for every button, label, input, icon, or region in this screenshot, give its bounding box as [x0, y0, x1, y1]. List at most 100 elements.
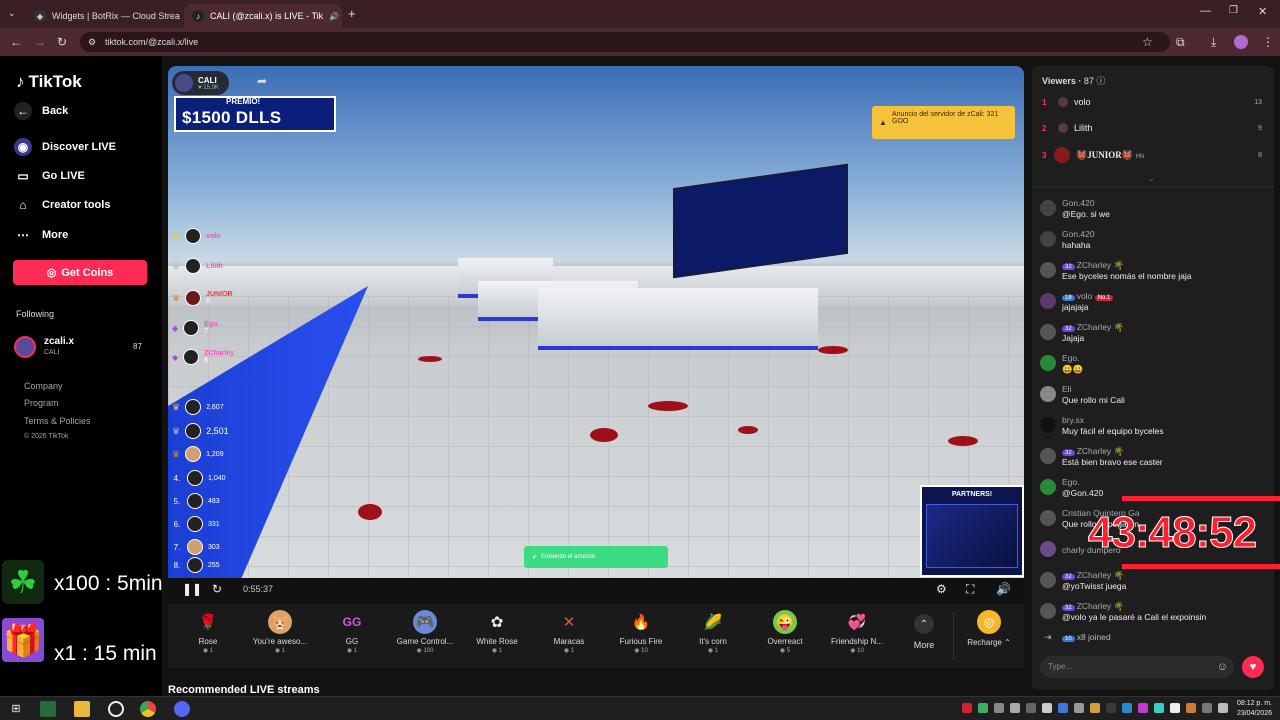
download-icon[interactable]: ⤓	[1211, 35, 1216, 50]
tray-icon[interactable]	[994, 703, 1004, 713]
discord-app-icon[interactable]	[174, 701, 190, 717]
sidebar-item-go-live[interactable]: ▭ Go LIVE	[14, 167, 84, 185]
speaker-icon[interactable]: 🔊	[329, 12, 339, 21]
tray-icon[interactable]	[962, 703, 972, 713]
obs-app-icon[interactable]	[108, 701, 124, 717]
gift-rose[interactable]: 🌹 Rose ◉ 1	[173, 610, 243, 654]
forward-arrow-icon[interactable]: →	[34, 35, 46, 49]
sidebar-item-discover-live[interactable]: ◉ Discover LIVE	[14, 138, 116, 156]
footer-link-company[interactable]: Company	[24, 381, 63, 391]
terminal-app-icon[interactable]	[40, 701, 56, 717]
close-window-button[interactable]: ✕	[1258, 5, 1267, 18]
gift-gg[interactable]: GG GG ◉ 1	[317, 610, 387, 654]
windows-start-icon[interactable]: ⊞	[8, 701, 24, 717]
share-icon[interactable]: ➦	[257, 74, 267, 88]
gift-furious-fire[interactable]: 🔥 Furious Fire ◉ 10	[606, 610, 676, 654]
footer-link-terms[interactable]: Terms & Policies	[24, 416, 91, 426]
tray-icon[interactable]	[1010, 703, 1020, 713]
tray-icon[interactable]	[1138, 703, 1148, 713]
reward-gift: 🎁 x1 : 15 min	[0, 616, 170, 666]
tray-icon[interactable]	[1186, 703, 1196, 713]
player-score: 7	[204, 328, 209, 335]
tray-icon[interactable]	[1042, 703, 1052, 713]
following-item-zcali[interactable]: zcali.x CALI 87	[14, 334, 150, 360]
browser-tab-botrix[interactable]: ◆ Widgets | BotRix — Cloud Strea ✕	[26, 4, 184, 28]
gift-price: ◉ 10	[850, 648, 864, 654]
tab-list-dropdown[interactable]: ⌄	[8, 8, 16, 19]
back-arrow-icon[interactable]: ←	[10, 35, 22, 49]
bookmark-star-icon[interactable]: ☆	[1142, 35, 1153, 49]
reload-icon[interactable]: ↻	[57, 35, 67, 49]
tray-icon[interactable]	[1122, 703, 1132, 713]
file-explorer-icon[interactable]	[74, 701, 90, 717]
avatar	[1040, 324, 1056, 340]
sidebar-item-creator-tools[interactable]: ⌂ Creator tools	[14, 196, 110, 214]
tray-icon[interactable]	[1170, 703, 1180, 713]
avatar	[175, 74, 193, 92]
tiktok-logo[interactable]: ♪ TikTok	[16, 72, 82, 92]
discover-icon: ◉	[14, 138, 32, 156]
tray-icon[interactable]	[1074, 703, 1084, 713]
like-heart-button[interactable]: ♥	[1242, 656, 1264, 678]
browser-tab-tiktok[interactable]: ♪ CALI (@zcali.x) is LIVE - Tik 🔊 ✕	[184, 4, 342, 28]
gift-overreact[interactable]: 😜 Overreact ◉ 5	[750, 610, 820, 654]
gift-name: Overreact	[767, 637, 803, 646]
server-announcement: ▲ Anuncio del servidor de zCali: 321 GOO	[872, 106, 1015, 139]
avatar	[187, 470, 203, 486]
back-link[interactable]: ← Back	[14, 102, 68, 120]
check-icon: ✔	[532, 554, 538, 561]
profile-avatar-icon[interactable]	[1234, 35, 1248, 49]
tray-icon[interactable]	[1058, 703, 1068, 713]
gift-white-rose[interactable]: ✿ White Rose ◉ 1	[462, 610, 532, 654]
pause-icon[interactable]: ❚❚	[182, 582, 202, 596]
sidebar-item-more[interactable]: ⋯ More	[14, 226, 68, 244]
extensions-icon[interactable]: ⧉	[1176, 35, 1185, 50]
gift-price: ◉ 5	[779, 648, 791, 654]
tray-icon[interactable]	[1090, 703, 1100, 713]
tray-icon[interactable]	[1202, 703, 1212, 713]
gift-game-controller[interactable]: 🎮 Game Control... ◉ 100	[390, 610, 460, 654]
info-icon[interactable]: ⓘ	[1096, 76, 1105, 86]
live-video-player[interactable]	[168, 66, 1024, 578]
gift-its-corn[interactable]: 🌽 It's corn ◉ 1	[678, 610, 748, 654]
top-viewer-row[interactable]: 3 👹JUNIOR👹 HN 8	[1042, 145, 1262, 165]
volume-icon[interactable]: 🔊	[996, 582, 1011, 596]
player-score: 1,040	[208, 474, 226, 482]
emoji-icon[interactable]: ☺	[1217, 656, 1228, 678]
top-viewer-row[interactable]: 1 volo 13	[1042, 92, 1262, 112]
recharge-button[interactable]: ◎ Recharge ⌃	[954, 610, 1024, 647]
back-arrow-icon: ←	[14, 102, 32, 120]
collapse-chevron-icon[interactable]: ⌄	[1148, 174, 1155, 183]
blood-splat	[818, 346, 848, 354]
chrome-app-icon[interactable]	[140, 701, 156, 717]
url-field[interactable]: ⚙ tiktok.com/@zcali.x/live	[80, 32, 1170, 52]
browser-menu-icon[interactable]: ⋮	[1262, 35, 1274, 49]
gift-friendship-necklace[interactable]: 💞 Friendship N... ◉ 10	[822, 610, 892, 654]
chat-input[interactable]: Type... ☺	[1040, 656, 1234, 678]
rank: 7.	[173, 542, 181, 552]
tray-icon[interactable]	[1218, 703, 1228, 713]
blood-splat	[358, 504, 382, 520]
gift-maracas[interactable]: ✕ Maracas ◉ 1	[534, 610, 604, 654]
streamer-chip[interactable]: CALI ♥ 15.9K	[172, 71, 229, 95]
gift-name: You're aweso...	[252, 637, 308, 646]
refresh-icon[interactable]: ↻	[212, 582, 222, 596]
new-tab-button[interactable]: +	[348, 6, 356, 21]
footer-link-program[interactable]: Program	[24, 398, 59, 408]
gift-more-button[interactable]: ⌃ More	[889, 610, 959, 650]
get-coins-button[interactable]: ◎ Get Coins	[13, 260, 147, 285]
site-info-icon[interactable]: ⚙	[88, 32, 96, 52]
tray-icon[interactable]	[1026, 703, 1036, 713]
tray-icon[interactable]	[1106, 703, 1116, 713]
tray-icon[interactable]	[978, 703, 988, 713]
system-clock[interactable]: 08:12 p. m. 23/04/2026	[1237, 699, 1272, 719]
gift-youre-awesome[interactable]: 🐹 You're aweso... ◉ 1	[245, 610, 315, 654]
restore-button[interactable]: ❐	[1229, 5, 1238, 16]
minimize-button[interactable]: —	[1200, 5, 1211, 17]
chat-username-text: ZCharley	[1076, 260, 1112, 270]
following-name: zcali.x	[44, 336, 75, 347]
settings-gear-icon[interactable]: ⚙	[936, 582, 947, 596]
tray-icon[interactable]	[1154, 703, 1164, 713]
top-viewer-row[interactable]: 2 Lilith 9	[1042, 118, 1262, 138]
fullscreen-icon[interactable]: ⛶	[966, 582, 974, 597]
